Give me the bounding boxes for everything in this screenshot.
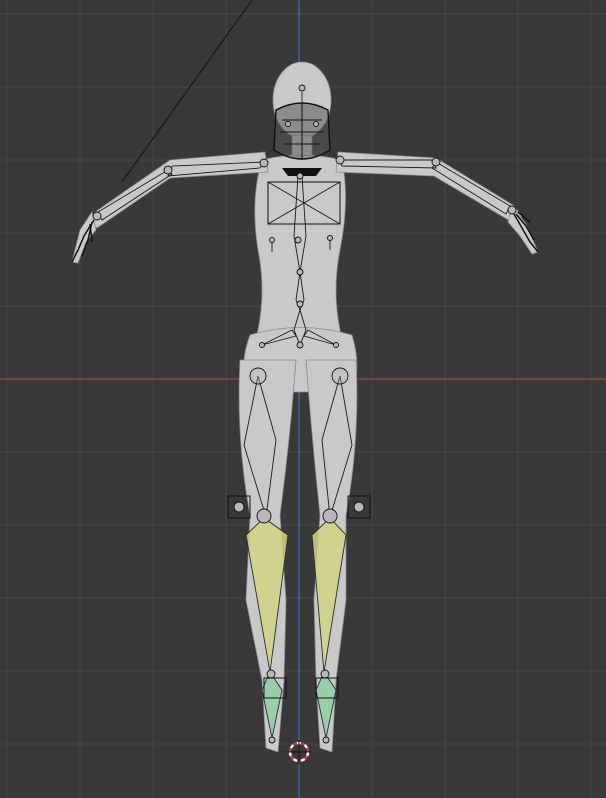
3d-viewport[interactable] xyxy=(0,0,606,798)
toe-joint-left[interactable] xyxy=(268,736,276,744)
hip-joint-right[interactable] xyxy=(333,342,339,348)
viewport-canvas[interactable] xyxy=(0,0,606,798)
hip-ball-joint-right[interactable] xyxy=(331,367,349,385)
wrist-joint-left[interactable] xyxy=(92,211,102,221)
spine-joint-1[interactable] xyxy=(294,236,302,244)
knee-joint-right[interactable] xyxy=(322,508,338,524)
spine-top-joint[interactable] xyxy=(296,172,304,180)
shoulder-joint-right[interactable] xyxy=(335,155,345,165)
ankle-joint-left[interactable] xyxy=(266,669,276,679)
breast-joint-right[interactable] xyxy=(327,235,333,241)
toe-joint-right[interactable] xyxy=(322,736,330,744)
knee-joint-left[interactable] xyxy=(256,508,272,524)
eye-left-joint[interactable] xyxy=(285,121,291,127)
knee-pole-joint-left xyxy=(233,501,245,513)
head-joint[interactable] xyxy=(298,84,306,92)
wrist-joint-right[interactable] xyxy=(507,205,517,215)
shoulder-joint-left[interactable] xyxy=(259,158,269,168)
spine-joint-4[interactable] xyxy=(296,341,304,349)
elbow-joint-right[interactable] xyxy=(431,157,441,167)
eye-right-joint[interactable] xyxy=(313,121,319,127)
knee-pole-joint-right xyxy=(353,501,365,513)
breast-joint-left[interactable] xyxy=(269,237,275,243)
spine-joint-2[interactable] xyxy=(296,268,304,276)
elbow-joint-left[interactable] xyxy=(163,165,173,175)
hip-joint-left[interactable] xyxy=(259,342,265,348)
spine-joint-3[interactable] xyxy=(296,300,304,308)
hip-ball-joint-left[interactable] xyxy=(249,367,267,385)
ankle-joint-right[interactable] xyxy=(320,669,330,679)
